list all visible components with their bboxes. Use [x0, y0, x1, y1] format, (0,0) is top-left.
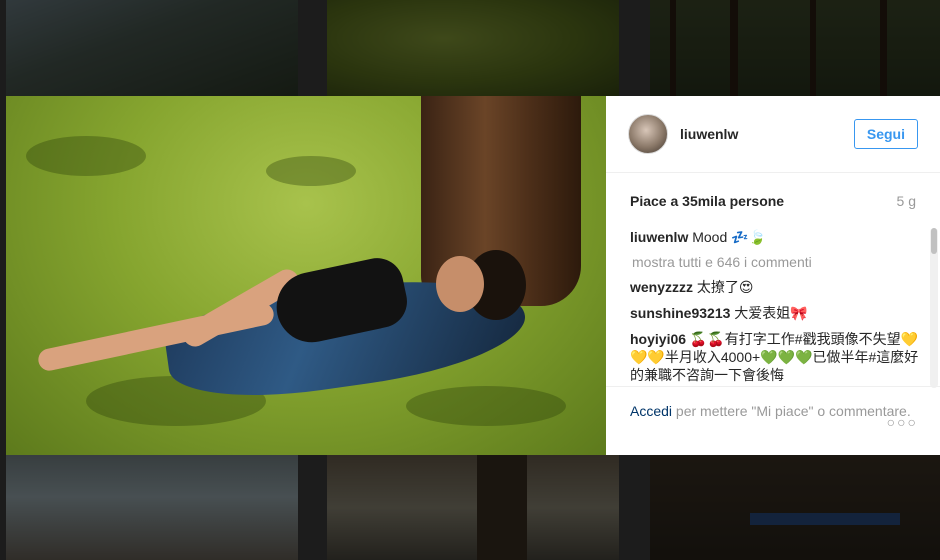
caption: liuwenlw Mood 💤🍃: [630, 228, 930, 246]
scrollbar-thumb[interactable]: [931, 228, 937, 254]
follow-button[interactable]: Segui: [853, 119, 918, 149]
post-sidebar: liuwenlw Segui Piace a 35mila persone 5 …: [606, 96, 940, 455]
grid-thumbnail-2[interactable]: [327, 0, 619, 96]
comment-text: 太撩了😍: [696, 279, 754, 295]
post-age[interactable]: 5 g: [897, 193, 916, 209]
show-all-comments-link[interactable]: mostra tutti e 646 i commenti: [630, 254, 930, 270]
caption-username[interactable]: liuwenlw: [630, 229, 688, 245]
post-header: liuwenlw Segui: [606, 96, 940, 173]
comment-username[interactable]: sunshine93213: [630, 305, 730, 321]
post-photo[interactable]: [6, 96, 606, 455]
grid-thumbnail-4[interactable]: [6, 455, 298, 560]
login-link[interactable]: Accedi: [630, 403, 672, 419]
comment-text: 大爱表姐🎀: [734, 305, 808, 321]
comment-item: sunshine93213 大爱表姐🎀: [630, 304, 930, 322]
avatar[interactable]: [628, 114, 668, 154]
grid-thumbnail-3[interactable]: [650, 0, 940, 96]
comments-scrollbar[interactable]: [930, 228, 938, 388]
username-link[interactable]: liuwenlw: [680, 126, 854, 142]
caption-text: Mood 💤🍃: [692, 229, 767, 245]
comments-list[interactable]: liuwenlw Mood 💤🍃 mostra tutti e 646 i co…: [630, 228, 930, 386]
comment-item: wenyzzzz 太撩了😍: [630, 278, 930, 296]
comment-item: hoyiyi06 🍒🍒有打字工作#戳我頭像不失望💛💛💛半月收入4000+💚💚💚已…: [630, 330, 930, 384]
grid-thumbnail-5[interactable]: [327, 455, 619, 560]
post-modal: liuwenlw Segui Piace a 35mila persone 5 …: [6, 96, 940, 455]
grid-thumbnail-6[interactable]: [650, 455, 940, 560]
likes-count[interactable]: Piace a 35mila persone: [630, 193, 784, 209]
likes-row: Piace a 35mila persone 5 g: [606, 173, 940, 209]
grid-thumbnail-1[interactable]: [6, 0, 298, 96]
comment-username[interactable]: hoyiyi06: [630, 331, 686, 347]
login-prompt-text: per mettere "Mi piace" o commentare.: [672, 403, 911, 419]
more-options-icon[interactable]: ○○○: [887, 414, 918, 430]
comment-username[interactable]: wenyzzzz: [630, 279, 693, 295]
person-figure: [36, 250, 526, 373]
